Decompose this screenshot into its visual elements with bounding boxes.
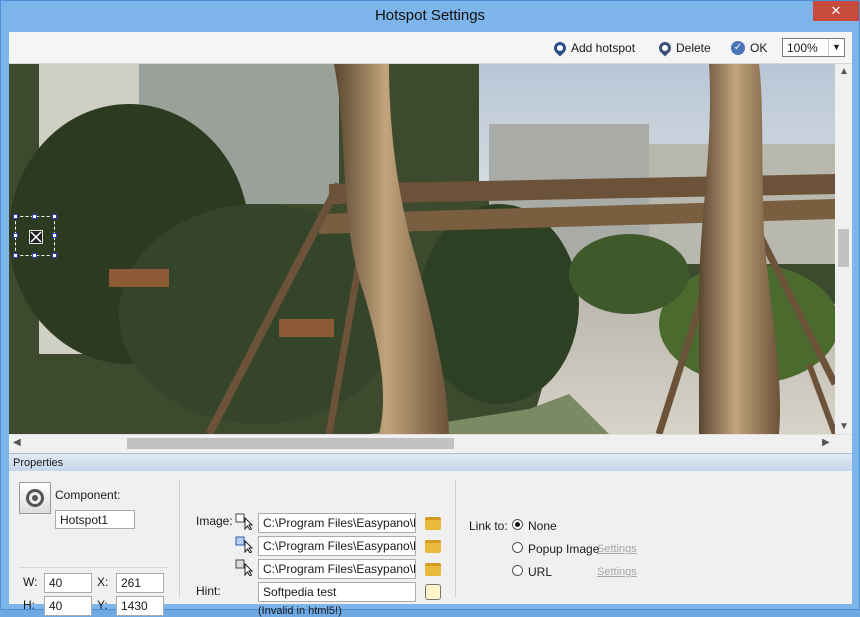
width-field[interactable]: 40 — [44, 573, 92, 593]
hint-label: Hint: — [196, 584, 221, 598]
link-popup-label[interactable]: Popup Image — [528, 542, 599, 556]
link-popup-radio[interactable] — [512, 542, 523, 553]
link-none-radio[interactable] — [512, 519, 523, 530]
divider — [179, 480, 180, 598]
hotspot-cross-icon — [29, 230, 43, 244]
folder-icon[interactable] — [425, 563, 441, 576]
scroll-down-icon[interactable]: ▼ — [839, 421, 849, 432]
vertical-scrollbar[interactable]: ▲ ▼ — [835, 64, 852, 434]
ok-label: OK — [750, 41, 768, 55]
url-settings-link[interactable]: Settings — [597, 566, 637, 578]
close-button[interactable]: ✕ — [813, 1, 859, 21]
zoom-value: 100% — [787, 40, 818, 55]
delete-pin-icon — [656, 39, 674, 57]
ok-button[interactable]: ✓ OK — [731, 39, 767, 57]
x-label: X: — [97, 575, 109, 589]
add-hotspot-label: Add hotspot — [571, 41, 636, 55]
link-to-label: Link to: — [469, 519, 508, 533]
panorama-image — [9, 64, 835, 434]
zoom-select[interactable]: 100% ▼ — [782, 38, 845, 57]
vertical-scroll-thumb[interactable] — [838, 229, 849, 267]
delete-label: Delete — [676, 41, 711, 55]
window-title: Hotspot Settings — [374, 7, 486, 24]
image-path-hover[interactable]: C:\Program Files\Easypano\Pan — [258, 536, 416, 556]
hint-field[interactable]: Softpedia test — [258, 582, 416, 602]
component-label: Component: — [55, 488, 121, 502]
normal-cursor-icon — [235, 513, 254, 530]
divider — [19, 567, 169, 568]
scroll-left-icon[interactable]: ◀ — [13, 437, 21, 448]
horizontal-scrollbar[interactable]: ◀ ▶ — [9, 434, 852, 451]
y-field[interactable]: 1430 — [116, 596, 164, 616]
height-field[interactable]: 40 — [44, 596, 92, 616]
edit-hint-icon[interactable] — [425, 584, 441, 600]
component-name-field[interactable]: Hotspot1 — [55, 510, 135, 529]
divider — [455, 480, 456, 598]
chevron-down-icon[interactable]: ▼ — [828, 39, 844, 56]
properties-panel: Component: Hotspot1 W: 40 X: 261 H: 40 Y… — [9, 472, 852, 617]
image-path-click[interactable]: C:\Program Files\Easypano\Pan — [258, 559, 416, 579]
check-icon: ✓ — [731, 41, 745, 55]
hint-note: (Invalid in html5!) — [258, 605, 342, 617]
title-bar[interactable]: Hotspot Settings ✕ — [1, 1, 859, 32]
hotspot-settings-window: Hotspot Settings ✕ Add hotspot Delete ✓ … — [0, 0, 860, 617]
link-none-label[interactable]: None — [528, 519, 557, 533]
popup-settings-link[interactable]: Settings — [597, 543, 637, 555]
link-url-label[interactable]: URL — [528, 565, 552, 579]
hover-cursor-icon — [235, 536, 254, 553]
panorama-viewport[interactable] — [9, 64, 835, 434]
link-url-radio[interactable] — [512, 565, 523, 576]
hotspot-marker[interactable] — [13, 214, 57, 258]
hotspot-component-icon — [19, 482, 51, 514]
toolbar: Add hotspot Delete ✓ OK 100% ▼ — [9, 32, 852, 64]
folder-icon[interactable] — [425, 517, 441, 530]
image-path-normal[interactable]: C:\Program Files\Easypano\Pan — [258, 513, 416, 533]
scroll-up-icon[interactable]: ▲ — [839, 66, 849, 77]
x-field[interactable]: 261 — [116, 573, 164, 593]
w-label: W: — [23, 575, 38, 589]
delete-button[interactable]: Delete — [656, 39, 711, 57]
client-area: Add hotspot Delete ✓ OK 100% ▼ ▲ ▼ ◀ ▶ P… — [9, 32, 852, 617]
scroll-right-icon[interactable]: ▶ — [822, 437, 830, 448]
properties-header: Properties — [9, 453, 852, 471]
folder-icon[interactable] — [425, 540, 441, 553]
add-hotspot-button[interactable]: Add hotspot — [551, 39, 636, 57]
add-pin-icon — [551, 39, 569, 57]
click-cursor-icon — [235, 559, 254, 576]
horizontal-scroll-thumb[interactable] — [127, 438, 454, 449]
image-label: Image: — [196, 514, 233, 528]
